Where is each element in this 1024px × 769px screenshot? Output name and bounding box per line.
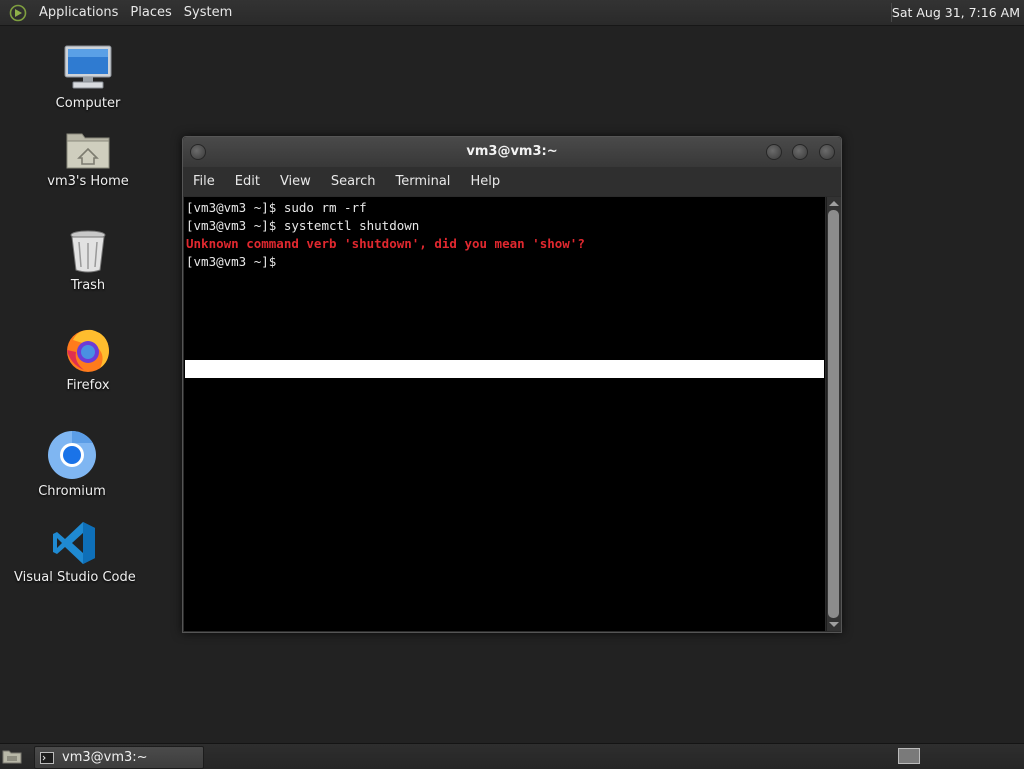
terminal-output[interactable]: [vm3@vm3 ~]$ sudo rm -rf [vm3@vm3 ~]$ sy… bbox=[184, 197, 825, 631]
scroll-down-icon[interactable] bbox=[829, 622, 839, 627]
menu-search[interactable]: Search bbox=[321, 167, 386, 196]
clock[interactable]: Sat Aug 31, 7:16 AM bbox=[882, 0, 1024, 25]
chromium-icon bbox=[48, 431, 96, 479]
workspace-switcher[interactable] bbox=[898, 748, 920, 764]
taskbar-window-button[interactable]: vm3@vm3:~ bbox=[34, 746, 204, 769]
desktop-icon-firefox[interactable]: Firefox bbox=[50, 326, 126, 393]
desktop-icon-label: Visual Studio Code bbox=[14, 570, 136, 585]
desktop-icon-chromium[interactable]: Chromium bbox=[34, 430, 110, 499]
show-desktop-icon[interactable] bbox=[2, 748, 22, 764]
trash-icon bbox=[70, 230, 106, 273]
menu-view[interactable]: View bbox=[270, 167, 321, 196]
menu-edit[interactable]: Edit bbox=[225, 167, 270, 196]
firefox-icon bbox=[67, 329, 109, 372]
terminal-line: [vm3@vm3 ~]$ systemctl shutdown bbox=[186, 218, 420, 233]
terminal-prompt-line: [vm3@vm3 ~]$ bbox=[186, 254, 277, 269]
scroll-up-icon[interactable] bbox=[829, 201, 839, 206]
distro-logo-icon[interactable] bbox=[9, 4, 27, 22]
desktop-icon-label: Chromium bbox=[38, 484, 106, 499]
desktop-icon-vscode[interactable]: Visual Studio Code bbox=[14, 520, 136, 585]
menu-file[interactable]: File bbox=[183, 167, 225, 196]
terminal-icon bbox=[40, 751, 54, 764]
menu-terminal[interactable]: Terminal bbox=[385, 167, 460, 196]
desktop-icon-label: vm3's Home bbox=[47, 174, 129, 189]
terminal-line: [vm3@vm3 ~]$ sudo rm -rf bbox=[186, 200, 367, 215]
scroll-thumb[interactable] bbox=[828, 210, 839, 618]
terminal-scrollbar[interactable] bbox=[826, 197, 841, 631]
system-menu[interactable]: System bbox=[178, 0, 238, 25]
vscode-icon bbox=[53, 522, 95, 564]
terminal-window[interactable]: vm3@vm3:~ File Edit View Search Terminal… bbox=[182, 136, 842, 633]
desktop-icon-label: Computer bbox=[55, 96, 121, 111]
window-title: vm3@vm3:~ bbox=[466, 144, 558, 159]
places-menu[interactable]: Places bbox=[124, 0, 177, 25]
window-titlebar[interactable]: vm3@vm3:~ bbox=[183, 137, 841, 167]
desktop-icon-computer[interactable]: Computer bbox=[50, 44, 126, 111]
menu-help[interactable]: Help bbox=[460, 167, 510, 196]
terminal-error-line: Unknown command verb 'shutdown', did you… bbox=[186, 236, 585, 251]
terminal-menubar: File Edit View Search Terminal Help bbox=[183, 167, 841, 196]
top-panel: Applications Places System Sat Aug 31, 7… bbox=[0, 0, 1024, 26]
desktop-icon-home[interactable]: vm3's Home bbox=[38, 128, 138, 189]
applications-menu[interactable]: Applications bbox=[33, 0, 124, 25]
minimize-button[interactable] bbox=[766, 144, 782, 160]
bottom-panel: vm3@vm3:~ bbox=[0, 743, 1024, 769]
taskbar-window-label: vm3@vm3:~ bbox=[62, 750, 148, 765]
maximize-button[interactable] bbox=[792, 144, 808, 160]
desktop-icon-label: Firefox bbox=[66, 378, 110, 393]
close-button[interactable] bbox=[819, 144, 835, 160]
desktop-icon-label: Trash bbox=[70, 278, 106, 293]
computer-icon bbox=[64, 45, 112, 89]
home-folder-icon bbox=[66, 133, 110, 169]
desktop-icon-trash[interactable]: Trash bbox=[50, 228, 126, 293]
selection-highlight-bar bbox=[185, 360, 824, 378]
